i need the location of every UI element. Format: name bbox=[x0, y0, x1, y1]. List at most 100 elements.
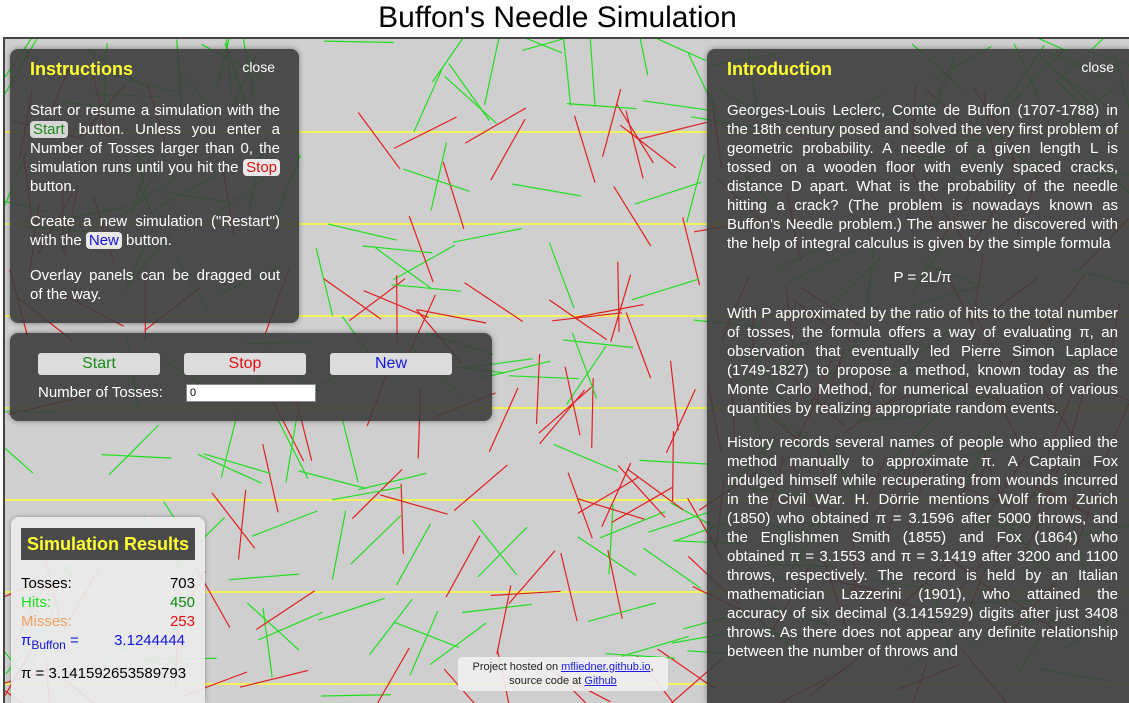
needle-hit bbox=[464, 107, 527, 144]
needle-miss bbox=[340, 414, 359, 483]
needle-hit bbox=[552, 312, 622, 322]
misses-row: Misses: 253 bbox=[21, 613, 195, 632]
needle-hit bbox=[601, 462, 632, 527]
start-chip: Start bbox=[30, 121, 68, 138]
new-button[interactable]: New bbox=[330, 353, 452, 375]
needle-miss bbox=[621, 635, 689, 657]
needle-hit bbox=[625, 312, 652, 379]
needle-miss bbox=[631, 278, 699, 301]
needle-miss bbox=[656, 39, 707, 62]
introduction-panel[interactable]: Introduction close Georges-Louis Leclerc… bbox=[707, 49, 1129, 703]
needle-hit bbox=[351, 468, 403, 520]
needle-miss bbox=[472, 519, 518, 576]
needle-miss bbox=[246, 602, 300, 651]
needle-hit bbox=[617, 261, 620, 332]
introduction-paragraph: With P approximated by the ratio of hits… bbox=[727, 305, 1118, 417]
tosses-row-label: Tosses: bbox=[21, 575, 72, 592]
pi-buffon-row: πBuffon = 3.1244444 bbox=[21, 632, 195, 654]
needle-miss bbox=[553, 443, 619, 473]
needle-hit bbox=[610, 274, 632, 342]
needle-hit bbox=[262, 443, 279, 513]
results-panel[interactable]: Simulation Results Tosses: 703 Hits: 450… bbox=[11, 517, 205, 703]
needle-miss bbox=[643, 547, 702, 589]
needle-hit bbox=[638, 121, 707, 140]
needle-miss bbox=[484, 39, 500, 105]
needle-miss bbox=[5, 447, 34, 474]
instructions-panel[interactable]: Instructions close Start or resume a sim… bbox=[10, 49, 299, 323]
instructions-paragraph: Start or resume a simulation with the St… bbox=[30, 102, 280, 195]
needle-hit bbox=[211, 492, 256, 549]
needle-hit bbox=[626, 468, 684, 511]
needle-miss bbox=[101, 454, 172, 459]
instructions-close-button[interactable]: close bbox=[242, 59, 275, 75]
introduction-close-button[interactable]: close bbox=[1081, 59, 1114, 75]
formula: P = 2L/π bbox=[893, 269, 952, 286]
needle-miss bbox=[634, 181, 702, 205]
needle-hit bbox=[453, 464, 508, 511]
stop-button[interactable]: Stop bbox=[184, 353, 306, 375]
needle-miss bbox=[511, 183, 582, 197]
misses-row-label: Misses: bbox=[21, 613, 72, 630]
needle-miss bbox=[409, 610, 439, 676]
new-chip: New bbox=[85, 232, 122, 249]
needle-miss bbox=[566, 103, 637, 110]
needle-hit bbox=[442, 161, 465, 229]
needle-hit bbox=[573, 115, 596, 183]
tosses-input[interactable] bbox=[186, 384, 316, 402]
needle-miss bbox=[477, 526, 528, 578]
needle-miss bbox=[430, 142, 448, 211]
introduction-paragraph: Georges-Louis Leclerc, Comte de Buffon (… bbox=[727, 102, 1118, 252]
needle-miss bbox=[462, 603, 532, 614]
needle-hit bbox=[560, 552, 578, 622]
footer-note: Project hosted on mfliedner.github.io, s… bbox=[458, 657, 668, 691]
needle-miss bbox=[328, 223, 397, 241]
tosses-label: Number of Tosses: bbox=[38, 384, 163, 401]
footer-line-1: Project hosted on mfliedner.github.io, bbox=[472, 661, 654, 673]
tosses-count: 703 bbox=[169, 575, 195, 592]
needle-hit bbox=[602, 88, 622, 157]
needle-miss bbox=[393, 621, 459, 648]
needle-hit bbox=[607, 549, 623, 619]
needle-miss bbox=[324, 40, 395, 44]
pi-buffon-label: πBuffon = bbox=[21, 632, 79, 652]
needle-hit bbox=[408, 215, 434, 283]
introduction-title: Introduction bbox=[727, 59, 832, 79]
controls-panel[interactable]: Start Stop New Number of Tosses: bbox=[10, 333, 492, 421]
needle-miss bbox=[413, 67, 444, 133]
needle-miss bbox=[548, 242, 575, 309]
instructions-title: Instructions bbox=[30, 59, 134, 79]
needle-miss bbox=[448, 63, 490, 121]
github-io-link[interactable]: mfliedner.github.io bbox=[561, 661, 650, 673]
needle-miss bbox=[395, 523, 432, 586]
needle-miss bbox=[563, 39, 572, 106]
needle-miss bbox=[452, 227, 522, 243]
needle-hit bbox=[400, 483, 404, 554]
needle-miss bbox=[391, 284, 462, 292]
needle-hit bbox=[539, 389, 586, 445]
needle-miss bbox=[577, 536, 637, 576]
needle-miss bbox=[318, 597, 385, 621]
needle-miss bbox=[589, 39, 596, 107]
introduction-paragraph: History records several names of people … bbox=[727, 434, 1118, 660]
needle-hit bbox=[669, 360, 679, 431]
needle-hit bbox=[615, 103, 654, 164]
instructions-paragraph: Overlay panels can be dragged out of the… bbox=[30, 267, 280, 303]
hits-row: Hits: 450 bbox=[21, 594, 195, 613]
needle-miss bbox=[566, 345, 607, 405]
needle-miss bbox=[315, 247, 334, 316]
hits-row-label: Hits: bbox=[21, 594, 51, 611]
needle-hit bbox=[538, 386, 592, 434]
needle-miss bbox=[229, 573, 300, 581]
needle-miss bbox=[639, 39, 649, 76]
needle-hit bbox=[665, 388, 696, 454]
start-button[interactable]: Start bbox=[38, 353, 160, 375]
needle-miss bbox=[285, 413, 298, 483]
needle-miss bbox=[251, 510, 318, 537]
needle-miss bbox=[431, 39, 464, 83]
needle-hit bbox=[380, 494, 448, 515]
needle-miss bbox=[350, 515, 402, 565]
github-link[interactable]: Github bbox=[584, 675, 616, 687]
needle-miss bbox=[526, 39, 563, 54]
needle-hit bbox=[490, 118, 526, 181]
page-title: Buffon's Needle Simulation bbox=[378, 1, 737, 34]
